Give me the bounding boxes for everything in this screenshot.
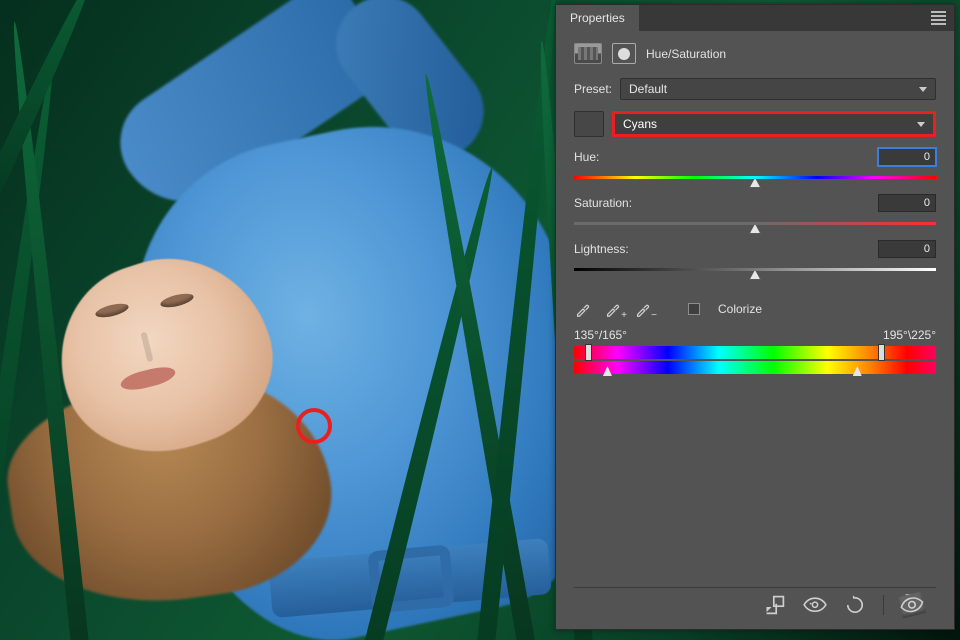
color-channel-select[interactable]: Cyans [612,111,936,137]
properties-panel: Properties Hue/Saturation Preset: Defaul… [555,4,955,630]
saturation-value-input[interactable] [878,194,936,212]
preset-label: Preset: [574,82,612,96]
channel-value: Cyans [623,117,657,131]
tab-strip [640,5,954,31]
hue-value-input[interactable] [878,148,936,166]
targeted-adjustment-tool[interactable] [574,111,604,137]
view-previous-button[interactable] [803,594,827,616]
saturation-label: Saturation: [574,196,632,210]
range-left-label: 135°/165° [574,328,627,342]
hue-group: Hue: [574,148,936,182]
eyedropper-add-icon[interactable]: + [604,300,622,318]
input-color-strip[interactable] [574,346,936,359]
eyedropper-icon[interactable] [574,300,592,318]
output-color-strip[interactable] [574,361,936,374]
chevron-down-icon [917,122,925,127]
panel-body: Hue/Saturation Preset: Default Cyans [556,31,954,629]
lightness-label: Lightness: [574,242,629,256]
panel-footer [574,587,936,621]
range-stop-outer-right[interactable] [878,344,885,361]
eyedropper-subtract-icon[interactable]: − [634,300,652,318]
lightness-slider[interactable] [574,264,936,274]
eyedropper-row: + − Colorize [574,300,936,318]
hue-saturation-icon[interactable] [574,43,602,64]
lightness-value-input[interactable] [878,240,936,258]
preset-row: Preset: Default [574,78,936,100]
lightness-group: Lightness: [574,240,936,274]
range-stop-inner-left[interactable] [603,366,612,376]
color-range-labels: 135°/165° 195°\225° [574,328,936,342]
range-stop-inner-right[interactable] [853,366,862,376]
hue-label: Hue: [574,150,599,164]
panel-tabbar: Properties [556,5,954,31]
hue-thumb[interactable] [750,178,761,188]
chevron-down-icon [919,87,927,92]
lightness-thumb[interactable] [750,270,761,280]
saturation-group: Saturation: [574,194,936,228]
preset-value: Default [629,82,667,96]
range-right-label: 195°\225° [883,328,936,342]
colorize-label: Colorize [718,302,762,316]
sample-point-annotation [296,408,332,444]
colorize-checkbox[interactable] [688,303,700,315]
preset-select[interactable]: Default [620,78,936,100]
saturation-thumb[interactable] [750,224,761,234]
layer-mask-icon[interactable] [612,43,636,64]
clip-to-layer-button[interactable] [763,594,787,616]
channel-row: Cyans [574,111,936,137]
tab-properties[interactable]: Properties [556,5,640,31]
reset-button[interactable] [843,594,867,616]
hue-slider[interactable] [574,172,936,182]
panel-menu-icon[interactable] [931,9,946,27]
adjustment-header: Hue/Saturation [574,43,936,64]
adjustment-title: Hue/Saturation [646,47,726,61]
range-stop-outer-left[interactable] [585,344,592,361]
saturation-slider[interactable] [574,218,936,228]
